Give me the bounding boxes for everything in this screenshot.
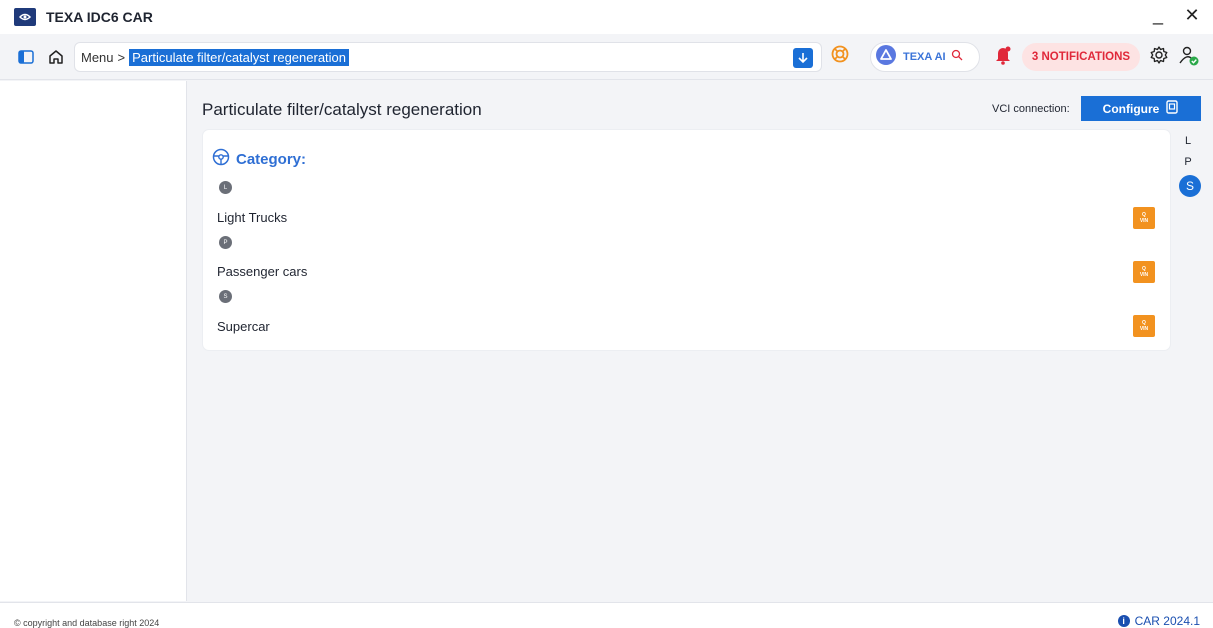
toolbar: Menu > Particulate filter/catalyst regen… <box>0 34 1213 80</box>
category-title: Category: <box>236 151 307 168</box>
texa-logo-icon <box>14 8 36 26</box>
version-label: CAR 2024.1 <box>1134 614 1200 628</box>
breadcrumb-separator: > <box>117 49 126 65</box>
footer: © copyright and database right 2024 i CA… <box>0 602 1213 628</box>
left-sidebar <box>0 81 187 601</box>
user-status-icon[interactable] <box>1178 45 1200 72</box>
category-card: Category: L Light Trucks Q VIN P Passeng… <box>203 130 1170 350</box>
breadcrumb-current[interactable]: Particulate filter/catalyst regeneration <box>129 48 350 66</box>
vin-search-button[interactable]: Q VIN <box>1133 261 1155 283</box>
copyright-text: © copyright and database right 2024 <box>14 618 160 628</box>
texa-ai-button[interactable]: TEXA AI <box>870 42 980 72</box>
configure-label: Configure <box>1102 101 1160 116</box>
info-icon: i <box>1117 615 1130 627</box>
lifebuoy-icon[interactable] <box>830 44 850 69</box>
steering-wheel-icon <box>212 148 230 171</box>
device-icon <box>1165 100 1179 117</box>
version-info[interactable]: i CAR 2024.1 <box>1117 614 1200 628</box>
index-letter-p[interactable]: P <box>1181 156 1195 168</box>
close-button[interactable]: ✕ <box>1181 4 1203 26</box>
bell-icon[interactable] <box>994 45 1012 70</box>
home-icon[interactable] <box>44 45 68 69</box>
index-letter-l[interactable]: L <box>1181 135 1195 147</box>
texa-ai-label: TEXA AI <box>903 51 946 63</box>
letter-badge-l: L <box>219 181 232 194</box>
letter-badge-p: P <box>219 236 232 249</box>
category-item-light-trucks[interactable]: Light Trucks <box>217 210 287 225</box>
app-title: TEXA IDC6 CAR <box>46 9 153 25</box>
arrow-down-icon[interactable] <box>793 48 813 68</box>
vin-search-button[interactable]: Q VIN <box>1133 207 1155 229</box>
minimize-button[interactable]: _ <box>1147 4 1169 26</box>
vci-connection-label: VCI connection: <box>992 103 1070 115</box>
index-letter-s-active[interactable]: S <box>1179 175 1201 197</box>
letter-badge-s: S <box>219 290 232 303</box>
configure-button[interactable]: Configure <box>1081 96 1201 121</box>
notifications-button[interactable]: 3 NOTIFICATIONS <box>1022 43 1140 71</box>
search-icon <box>951 48 963 66</box>
breadcrumb-menu[interactable]: Menu <box>81 50 114 65</box>
sidebar-toggle-icon[interactable] <box>14 45 38 69</box>
texa-ai-logo-icon <box>875 44 897 71</box>
title-bar: TEXA IDC6 CAR _ ✕ <box>0 0 1213 34</box>
category-header: Category: <box>212 148 306 171</box>
vin-search-button[interactable]: Q VIN <box>1133 315 1155 337</box>
gear-icon[interactable] <box>1149 45 1169 70</box>
page-title: Particulate filter/catalyst regeneration <box>202 100 482 119</box>
category-item-passenger-cars[interactable]: Passenger cars <box>217 264 307 279</box>
category-item-supercar[interactable]: Supercar <box>217 319 270 334</box>
breadcrumb[interactable]: Menu > Particulate filter/catalyst regen… <box>74 42 822 72</box>
